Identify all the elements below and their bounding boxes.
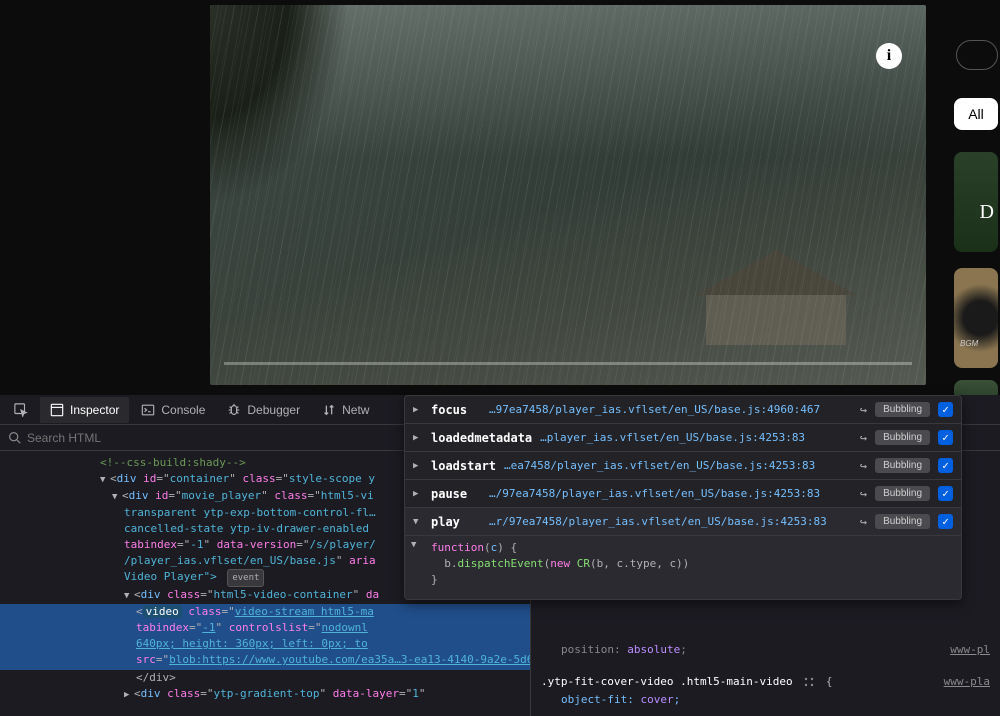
html-node-video-selected[interactable]: <video class="video-stream html5-ma [0,604,530,620]
filter-chip-all[interactable]: All [954,98,998,130]
goto-definition-icon[interactable]: ↪ [860,487,867,501]
chevron-down-icon[interactable]: ▼ [405,536,423,600]
search-icon [8,431,21,444]
html-line: src="blob:https://www.youtube.com/ea35a…… [0,652,530,670]
tab-network-label: Netw [342,403,369,417]
tab-inspector[interactable]: Inspector [40,397,129,423]
bubbling-badge: Bubbling [875,430,930,445]
chevron-right-icon[interactable]: ▶ [413,461,423,471]
event-enabled-checkbox[interactable]: ✓ [938,514,953,529]
event-badge[interactable]: event [227,569,264,587]
devtools-panel: Inspector Console Debugger Ne [0,395,1000,716]
event-enabled-checkbox[interactable]: ✓ [938,486,953,501]
event-listeners-panel: ▶ focus …97ea7458/player_ias.vflset/en_U… [404,395,962,600]
bubbling-badge: Bubbling [875,402,930,417]
tab-console-label: Console [161,403,205,417]
css-rule[interactable]: www-pla .ytp-fit-cover-video .html5-main… [541,673,990,691]
css-source-link[interactable]: www-pla [944,673,990,691]
event-source-link[interactable]: …97ea7458/player_ias.vflset/en_US/base.j… [489,403,852,416]
video-player[interactable]: i [210,5,926,385]
event-listener-loadedmetadata[interactable]: ▶ loadedmetadata …player_ias.vflset/en_U… [405,424,961,452]
html-line: 640px; height: 360px; left: 0px; to [0,636,530,652]
video-rain-overlay [210,5,926,385]
event-handler-code: ▼ function(c) { b.dispatchEvent(new CR(b… [405,536,961,600]
video-area: i All [0,0,1000,395]
goto-definition-icon[interactable]: ↪ [860,431,867,445]
event-enabled-checkbox[interactable]: ✓ [938,402,953,417]
html-node-gradient-top[interactable]: <div class="ytp-gradient-top" data-layer… [0,686,530,703]
tab-debugger-label: Debugger [247,403,300,417]
event-source-link[interactable]: …ea7458/player_ias.vflset/en_US/base.js:… [504,459,852,472]
goto-definition-icon[interactable]: ↪ [860,459,867,473]
chevron-down-icon[interactable]: ▼ [413,517,423,527]
tab-debugger[interactable]: Debugger [217,397,310,423]
chevron-right-icon[interactable]: ▶ [413,489,423,499]
event-source-link[interactable]: …/97ea7458/player_ias.vflset/en_US/base.… [489,487,852,500]
bubbling-badge: Bubbling [875,486,930,501]
info-icon[interactable]: i [876,43,902,69]
video-thumbnail-1[interactable] [954,152,998,252]
bubbling-badge: Bubbling [875,458,930,473]
video-thumbnail-2[interactable] [954,268,998,368]
tab-inspector-label: Inspector [70,403,119,417]
event-listener-loadstart[interactable]: ▶ loadstart …ea7458/player_ias.vflset/en… [405,452,961,480]
css-declaration[interactable]: object-fit: cover; [541,691,990,709]
html-line: tabindex="-1" controlslist="nodownl [0,620,530,636]
css-declaration[interactable]: position: absolute; [541,641,990,659]
event-source-link[interactable]: …r/97ea7458/player_ias.vflset/en_US/base… [489,515,852,528]
css-source-link[interactable]: www-pl [950,641,990,659]
video-progress-bar[interactable] [224,362,912,365]
pill-button[interactable] [956,40,998,70]
chevron-right-icon[interactable]: ▶ [413,405,423,415]
code-block[interactable]: function(c) { b.dispatchEvent(new CR(b, … [423,536,697,600]
event-enabled-checkbox[interactable]: ✓ [938,458,953,473]
goto-definition-icon[interactable]: ↪ [860,403,867,417]
grid-icon[interactable] [803,676,815,688]
event-source-link[interactable]: …player_ias.vflset/en_US/base.js:4253:83 [540,431,852,444]
html-close-div[interactable]: </div> [0,670,530,686]
event-listener-play[interactable]: ▼ play …r/97ea7458/player_ias.vflset/en_… [405,508,961,536]
chevron-right-icon[interactable]: ▶ [413,433,423,443]
bubbling-badge: Bubbling [875,514,930,529]
event-enabled-checkbox[interactable]: ✓ [938,430,953,445]
element-picker-button[interactable] [4,397,38,423]
tab-console[interactable]: Console [131,397,215,423]
right-sidebar: All [952,0,1000,395]
event-listener-pause[interactable]: ▶ pause …/97ea7458/player_ias.vflset/en_… [405,480,961,508]
goto-definition-icon[interactable]: ↪ [860,515,867,529]
event-listener-focus[interactable]: ▶ focus …97ea7458/player_ias.vflset/en_U… [405,396,961,424]
tab-network[interactable]: Netw [312,397,379,423]
